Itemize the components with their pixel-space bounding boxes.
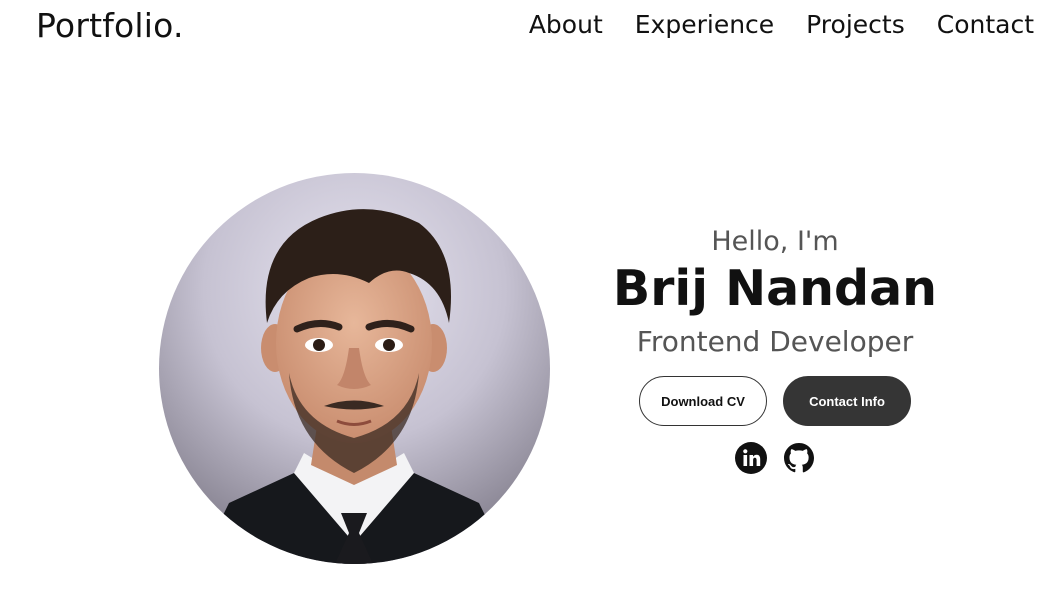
- download-cv-button[interactable]: Download CV: [639, 376, 767, 426]
- contact-info-button[interactable]: Contact Info: [783, 376, 911, 426]
- profile-photo: [159, 173, 550, 564]
- top-nav: About Experience Projects Contact: [529, 10, 1034, 39]
- social-links: [600, 442, 950, 474]
- greeting-text: Hello, I'm: [711, 226, 839, 257]
- nav-experience[interactable]: Experience: [635, 10, 774, 39]
- hero-section: Hello, I'm Brij Nandan Frontend Develope…: [600, 222, 950, 474]
- nav-contact[interactable]: Contact: [937, 10, 1034, 39]
- hero-name: Brij Nandan: [612, 260, 938, 317]
- github-icon[interactable]: [783, 442, 815, 474]
- nav-projects[interactable]: Projects: [806, 10, 905, 39]
- linkedin-icon[interactable]: [735, 442, 767, 474]
- nav-about[interactable]: About: [529, 10, 603, 39]
- hero-buttons: Download CV Contact Info: [600, 376, 950, 426]
- profile-picture: [159, 173, 550, 564]
- hero-role: Frontend Developer: [636, 325, 914, 358]
- page: Portfolio. About Experience Projects Con…: [0, 0, 1064, 609]
- site-logo[interactable]: Portfolio.: [36, 6, 184, 45]
